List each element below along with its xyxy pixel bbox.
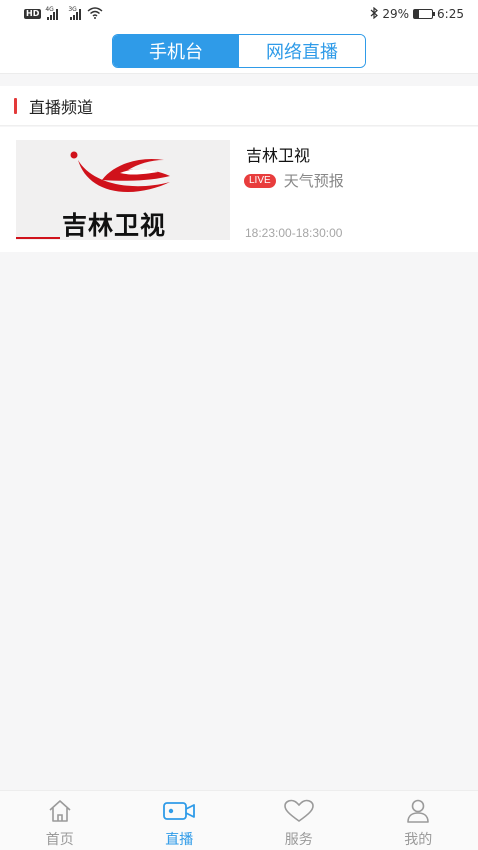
home-icon bbox=[47, 797, 73, 825]
logo-underline bbox=[16, 237, 60, 239]
nav-live[interactable]: 直播 bbox=[120, 791, 240, 850]
network-type-sim2: 3G bbox=[68, 5, 77, 13]
nav-service[interactable]: 服务 bbox=[239, 791, 359, 850]
wifi-icon bbox=[87, 6, 103, 22]
section-header: 直播频道 bbox=[0, 86, 478, 126]
section-accent-bar bbox=[14, 97, 17, 114]
status-left: HD 4G 3G bbox=[24, 5, 103, 22]
status-bar: HD 4G 3G 29% 6:25 bbox=[0, 0, 478, 28]
battery-percent: 29% bbox=[382, 7, 410, 21]
program-time: 18:23:00-18:30:00 bbox=[245, 226, 343, 240]
nav-mine-label: 我的 bbox=[404, 832, 433, 848]
channel-card[interactable]: 吉林卫视 吉林卫视 LIVE 天气预报 18:23:00-18:30:00 bbox=[0, 127, 478, 252]
nav-live-label: 直播 bbox=[165, 832, 194, 848]
header: 手机台 网络直播 bbox=[0, 28, 478, 74]
nav-service-label: 服务 bbox=[284, 832, 313, 848]
clock: 6:25 bbox=[437, 7, 464, 21]
jilin-tv-logo bbox=[70, 151, 170, 192]
channel-name[interactable]: 吉林卫视 bbox=[246, 142, 310, 166]
program-title: 天气预报 bbox=[283, 172, 344, 190]
channel-thumbnail[interactable]: 吉林卫视 bbox=[16, 140, 230, 240]
battery-fill bbox=[414, 10, 420, 18]
signal-icon-sim1: 4G bbox=[45, 5, 59, 20]
nav-home-label: 首页 bbox=[45, 832, 74, 848]
signal-icon-sim2: 3G bbox=[68, 5, 82, 20]
network-type-sim1: 4G bbox=[45, 5, 54, 13]
bluetooth-icon bbox=[370, 6, 379, 22]
battery-icon bbox=[413, 9, 436, 19]
live-program-row: LIVE 天气预报 bbox=[244, 170, 344, 191]
hd-icon: HD bbox=[24, 9, 42, 19]
nav-home[interactable]: 首页 bbox=[0, 791, 120, 850]
status-right: 29% 6:25 bbox=[370, 6, 464, 22]
heart-icon bbox=[283, 797, 315, 825]
section-title: 直播频道 bbox=[29, 97, 94, 117]
nav-mine[interactable]: 我的 bbox=[359, 791, 478, 850]
tab-online-live[interactable]: 网络直播 bbox=[239, 34, 365, 67]
channel-logo-text: 吉林卫视 bbox=[62, 211, 167, 240]
live-tv-icon bbox=[162, 797, 196, 825]
tab-mobile-station[interactable]: 手机台 bbox=[113, 34, 239, 67]
segmented-control: 手机台 网络直播 bbox=[112, 33, 366, 68]
bottom-nav: 首页 直播 服务 我的 bbox=[0, 790, 478, 850]
live-badge: LIVE bbox=[244, 173, 276, 188]
user-icon bbox=[405, 797, 431, 825]
